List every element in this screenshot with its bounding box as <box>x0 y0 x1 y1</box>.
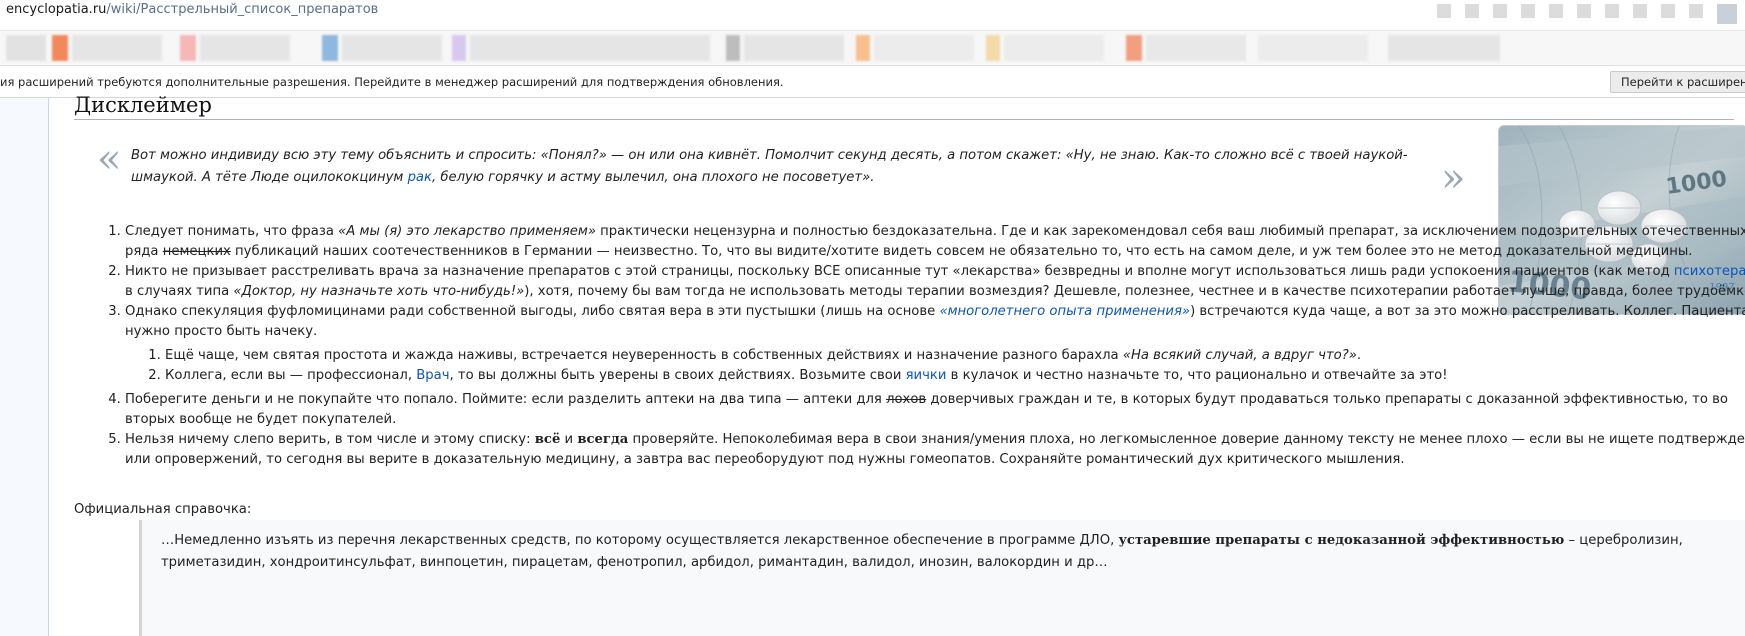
url-path: /wiki/Расстрельный_список_препаратов <box>106 2 379 17</box>
link-rak[interactable]: рак <box>408 170 432 185</box>
toolbar-icon[interactable] <box>1605 4 1619 18</box>
toolbar-icon[interactable] <box>1577 4 1591 18</box>
bookmark-item[interactable] <box>874 35 974 61</box>
bookmark-item[interactable] <box>72 35 162 61</box>
blockquote-text: …Немедленно изъять из перечня лекарствен… <box>161 533 1683 570</box>
toolbar-icon[interactable] <box>1633 4 1647 18</box>
epigraph-quote: Вот можно индивиду всю эту тему объяснит… <box>131 148 1408 185</box>
strikethrough-text: лохов <box>886 392 927 407</box>
list-item: Никто не призывает расстреливать врача з… <box>125 262 1745 302</box>
bookmark-item[interactable] <box>1258 35 1368 61</box>
bookmark-favicon-icon[interactable] <box>52 35 68 61</box>
bookmark-favicon-icon[interactable] <box>856 35 870 61</box>
toolbar-icons <box>1437 4 1737 24</box>
bookmark-item[interactable] <box>1146 35 1246 61</box>
article-content: Дисклеймер « Вот можно индивиду всю эту … <box>48 93 1745 636</box>
bookmark-item[interactable] <box>744 35 844 61</box>
quote-close-mark: » <box>1441 155 1466 201</box>
go-to-extensions-button[interactable]: Перейти к расширени <box>1610 71 1745 93</box>
link-doctor[interactable]: Врач <box>416 368 449 383</box>
address-bar[interactable]: encyclopatia.ru/wiki/Расстрельный_список… <box>0 0 1745 31</box>
bookmark-favicon-icon[interactable] <box>726 35 740 61</box>
quote-open-mark: « <box>97 136 122 182</box>
list-item: Коллега, если вы — профессионал, Врач, т… <box>165 366 1745 386</box>
strikethrough-text: немецких <box>162 244 231 259</box>
bookmark-item[interactable] <box>6 35 46 61</box>
list-item: Следует понимать, что фраза «А мы (я) эт… <box>125 222 1745 262</box>
official-reference-label: Официальная справочка: <box>74 502 252 517</box>
toolbar-icon[interactable] <box>1437 4 1451 18</box>
list-item: Нельзя ничему слепо верить, в том числе … <box>125 430 1745 470</box>
bookmark-item[interactable] <box>1004 35 1104 61</box>
bookmark-favicon-icon[interactable] <box>452 35 466 61</box>
bookmark-favicon-icon[interactable] <box>180 35 196 61</box>
bookmark-item[interactable] <box>342 35 442 61</box>
list-item: Поберегите деньги и не покупайте что поп… <box>125 390 1745 430</box>
sub-list: Ещё чаще, чем святая простота и жажда на… <box>125 346 1745 386</box>
toolbar-icon[interactable] <box>1521 4 1535 18</box>
bookmarks-bar <box>0 31 1745 66</box>
toolbar-icon[interactable] <box>1465 4 1479 18</box>
link-testicles[interactable]: яички <box>906 368 947 383</box>
url-host: encyclopatia.ru <box>6 2 107 17</box>
bookmark-favicon-icon[interactable] <box>986 35 1000 61</box>
bookmark-item[interactable] <box>1388 35 1500 61</box>
profile-icon[interactable] <box>1717 4 1737 24</box>
disclaimer-list: Следует понимать, что фраза «А мы (я) эт… <box>77 222 1745 470</box>
url-text[interactable]: encyclopatia.ru/wiki/Расстрельный_список… <box>6 2 378 17</box>
official-blockquote: …Немедленно изъять из перечня лекарствен… <box>139 520 1745 636</box>
notice-text: ия расширений требуются дополнительные р… <box>0 75 784 89</box>
bookmark-item[interactable] <box>200 35 290 61</box>
list-item: Ещё чаще, чем святая простота и жажда на… <box>165 346 1745 366</box>
bookmark-item[interactable] <box>470 35 710 61</box>
toolbar-icon[interactable] <box>1689 4 1703 18</box>
section-heading: Дисклеймер <box>74 93 1734 120</box>
toolbar-icon[interactable] <box>1661 4 1675 18</box>
toolbar-icon[interactable] <box>1549 4 1563 18</box>
page-background: Дисклеймер « Вот можно индивиду всю эту … <box>0 93 1745 636</box>
link-psychotherapy[interactable]: психотерапии <box>1674 264 1745 279</box>
toolbar-icon[interactable] <box>1493 4 1507 18</box>
link-long-experience[interactable]: «многолетнего опыта применения» <box>939 304 1190 319</box>
bookmark-favicon-icon[interactable] <box>1126 35 1142 61</box>
bookmark-favicon-icon[interactable] <box>322 35 338 61</box>
list-item: Однако спекуляция фуфломицинами ради соб… <box>125 302 1745 386</box>
